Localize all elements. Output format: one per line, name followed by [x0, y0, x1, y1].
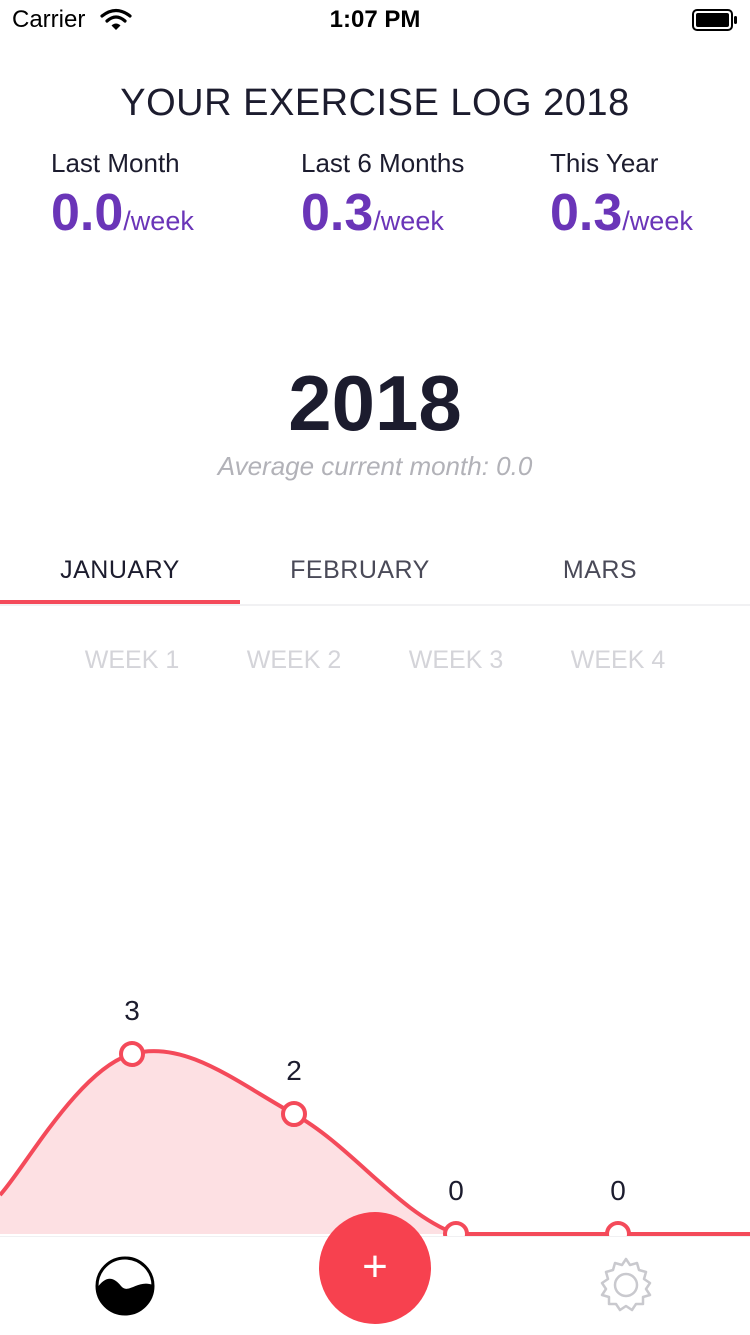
chart-data-label: 2 — [286, 1055, 302, 1086]
stat-unit: /week — [622, 206, 693, 236]
stat-label: This Year — [550, 148, 659, 178]
chart-data-label: 0 — [448, 1175, 464, 1206]
week-label: WEEK 2 — [246, 646, 342, 674]
stat-this-year: This Year 0.3/week — [550, 148, 693, 243]
battery-icon — [692, 9, 738, 31]
active-tab-indicator — [0, 600, 240, 604]
year-heading: 2018 — [288, 359, 462, 447]
stats-row: Last Month 0.0/week Last 6 Months 0.3/we… — [0, 148, 750, 248]
month-tabs: JANUARY FEBRUARY MARS — [0, 540, 750, 606]
wave-icon[interactable] — [94, 1255, 156, 1322]
chart-point[interactable] — [119, 1041, 145, 1067]
status-bar: Carrier 1:07 PM — [0, 0, 750, 40]
chart-point[interactable] — [281, 1101, 307, 1127]
stat-value: 0.3 — [550, 184, 623, 242]
stat-last-6-months: Last 6 Months 0.3/week — [301, 148, 464, 243]
chart-area — [0, 1051, 750, 1234]
stat-label: Last 6 Months — [301, 148, 465, 178]
week-label: WEEK 4 — [570, 646, 666, 674]
average-text: Average current month: 0.0 — [217, 451, 533, 481]
stat-unit: /week — [123, 206, 194, 236]
status-time: 1:07 PM — [329, 6, 421, 33]
tab-mars[interactable]: MARS — [480, 556, 720, 585]
stat-label: Last Month — [51, 148, 180, 178]
stat-value: 0.0 — [51, 184, 124, 242]
stat-unit: /week — [373, 206, 444, 236]
stat-last-month: Last Month 0.0/week — [51, 148, 194, 243]
week-label: WEEK 1 — [84, 646, 180, 674]
chart-data-label: 3 — [124, 995, 140, 1026]
gear-icon[interactable] — [596, 1255, 656, 1320]
week-label: WEEK 3 — [408, 646, 504, 674]
chart-svg: 3 2 0 0 — [0, 995, 750, 1247]
tab-january[interactable]: JANUARY — [0, 556, 240, 585]
add-entry-button[interactable]: + — [319, 1212, 431, 1324]
stat-value: 0.3 — [301, 184, 374, 242]
week-labels: WEEK 1 WEEK 2 WEEK 3 WEEK 4 — [0, 646, 750, 686]
weekly-chart: 3 2 0 0 — [0, 980, 750, 1247]
tab-february[interactable]: FEBRUARY — [240, 556, 480, 585]
chart-data-label: 0 — [610, 1175, 626, 1206]
page-title: YOUR EXERCISE LOG 2018 — [120, 82, 630, 124]
